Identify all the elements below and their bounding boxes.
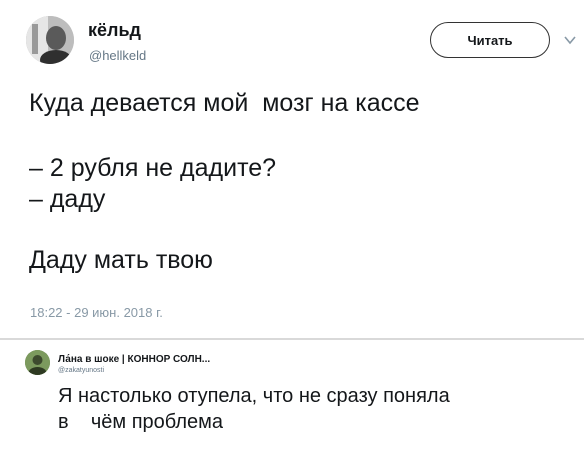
follow-button[interactable]: Читать (430, 22, 550, 58)
tweet-text-line: Даду мать твою (29, 246, 213, 274)
avatar-photo-icon (26, 16, 74, 64)
tweet-text-line: – 2 рубля не дадите? (29, 154, 277, 182)
reply-text-line: Я настолько отупела, что не сразу поняла (58, 385, 450, 407)
tweet-timestamp[interactable]: 18:22 - 29 июн. 2018 г. (30, 305, 163, 320)
chevron-down-icon[interactable] (563, 33, 577, 47)
reply-text-line: в чём проблема (58, 411, 223, 433)
tweet-text-line: – даду (29, 185, 106, 213)
tweet-card: кёльд @hellkeld Читать Куда девается мой… (0, 0, 584, 335)
author-handle[interactable]: @hellkeld (89, 48, 146, 63)
reply-author-display-name[interactable]: Ла́на в шоке | КОННОР СОЛН... (58, 354, 210, 365)
author-avatar[interactable] (26, 16, 74, 64)
reply-avatar-photo-icon (25, 350, 50, 375)
author-display-name[interactable]: кёльд (88, 20, 141, 41)
reply-text: Я настолько отупела, что не сразу поняла… (58, 383, 450, 435)
tweet-text: Куда девается мой мозг на кассе – 2 рубл… (29, 88, 420, 276)
reply-author-avatar[interactable] (25, 350, 50, 375)
reply-author-handle[interactable]: @zakatyunosti (58, 367, 104, 374)
tweet-text-line: Куда девается мой мозг на кассе (29, 89, 420, 117)
reply-card: Ла́на в шоке | КОННОР СОЛН... @zakatyuno… (0, 340, 584, 450)
